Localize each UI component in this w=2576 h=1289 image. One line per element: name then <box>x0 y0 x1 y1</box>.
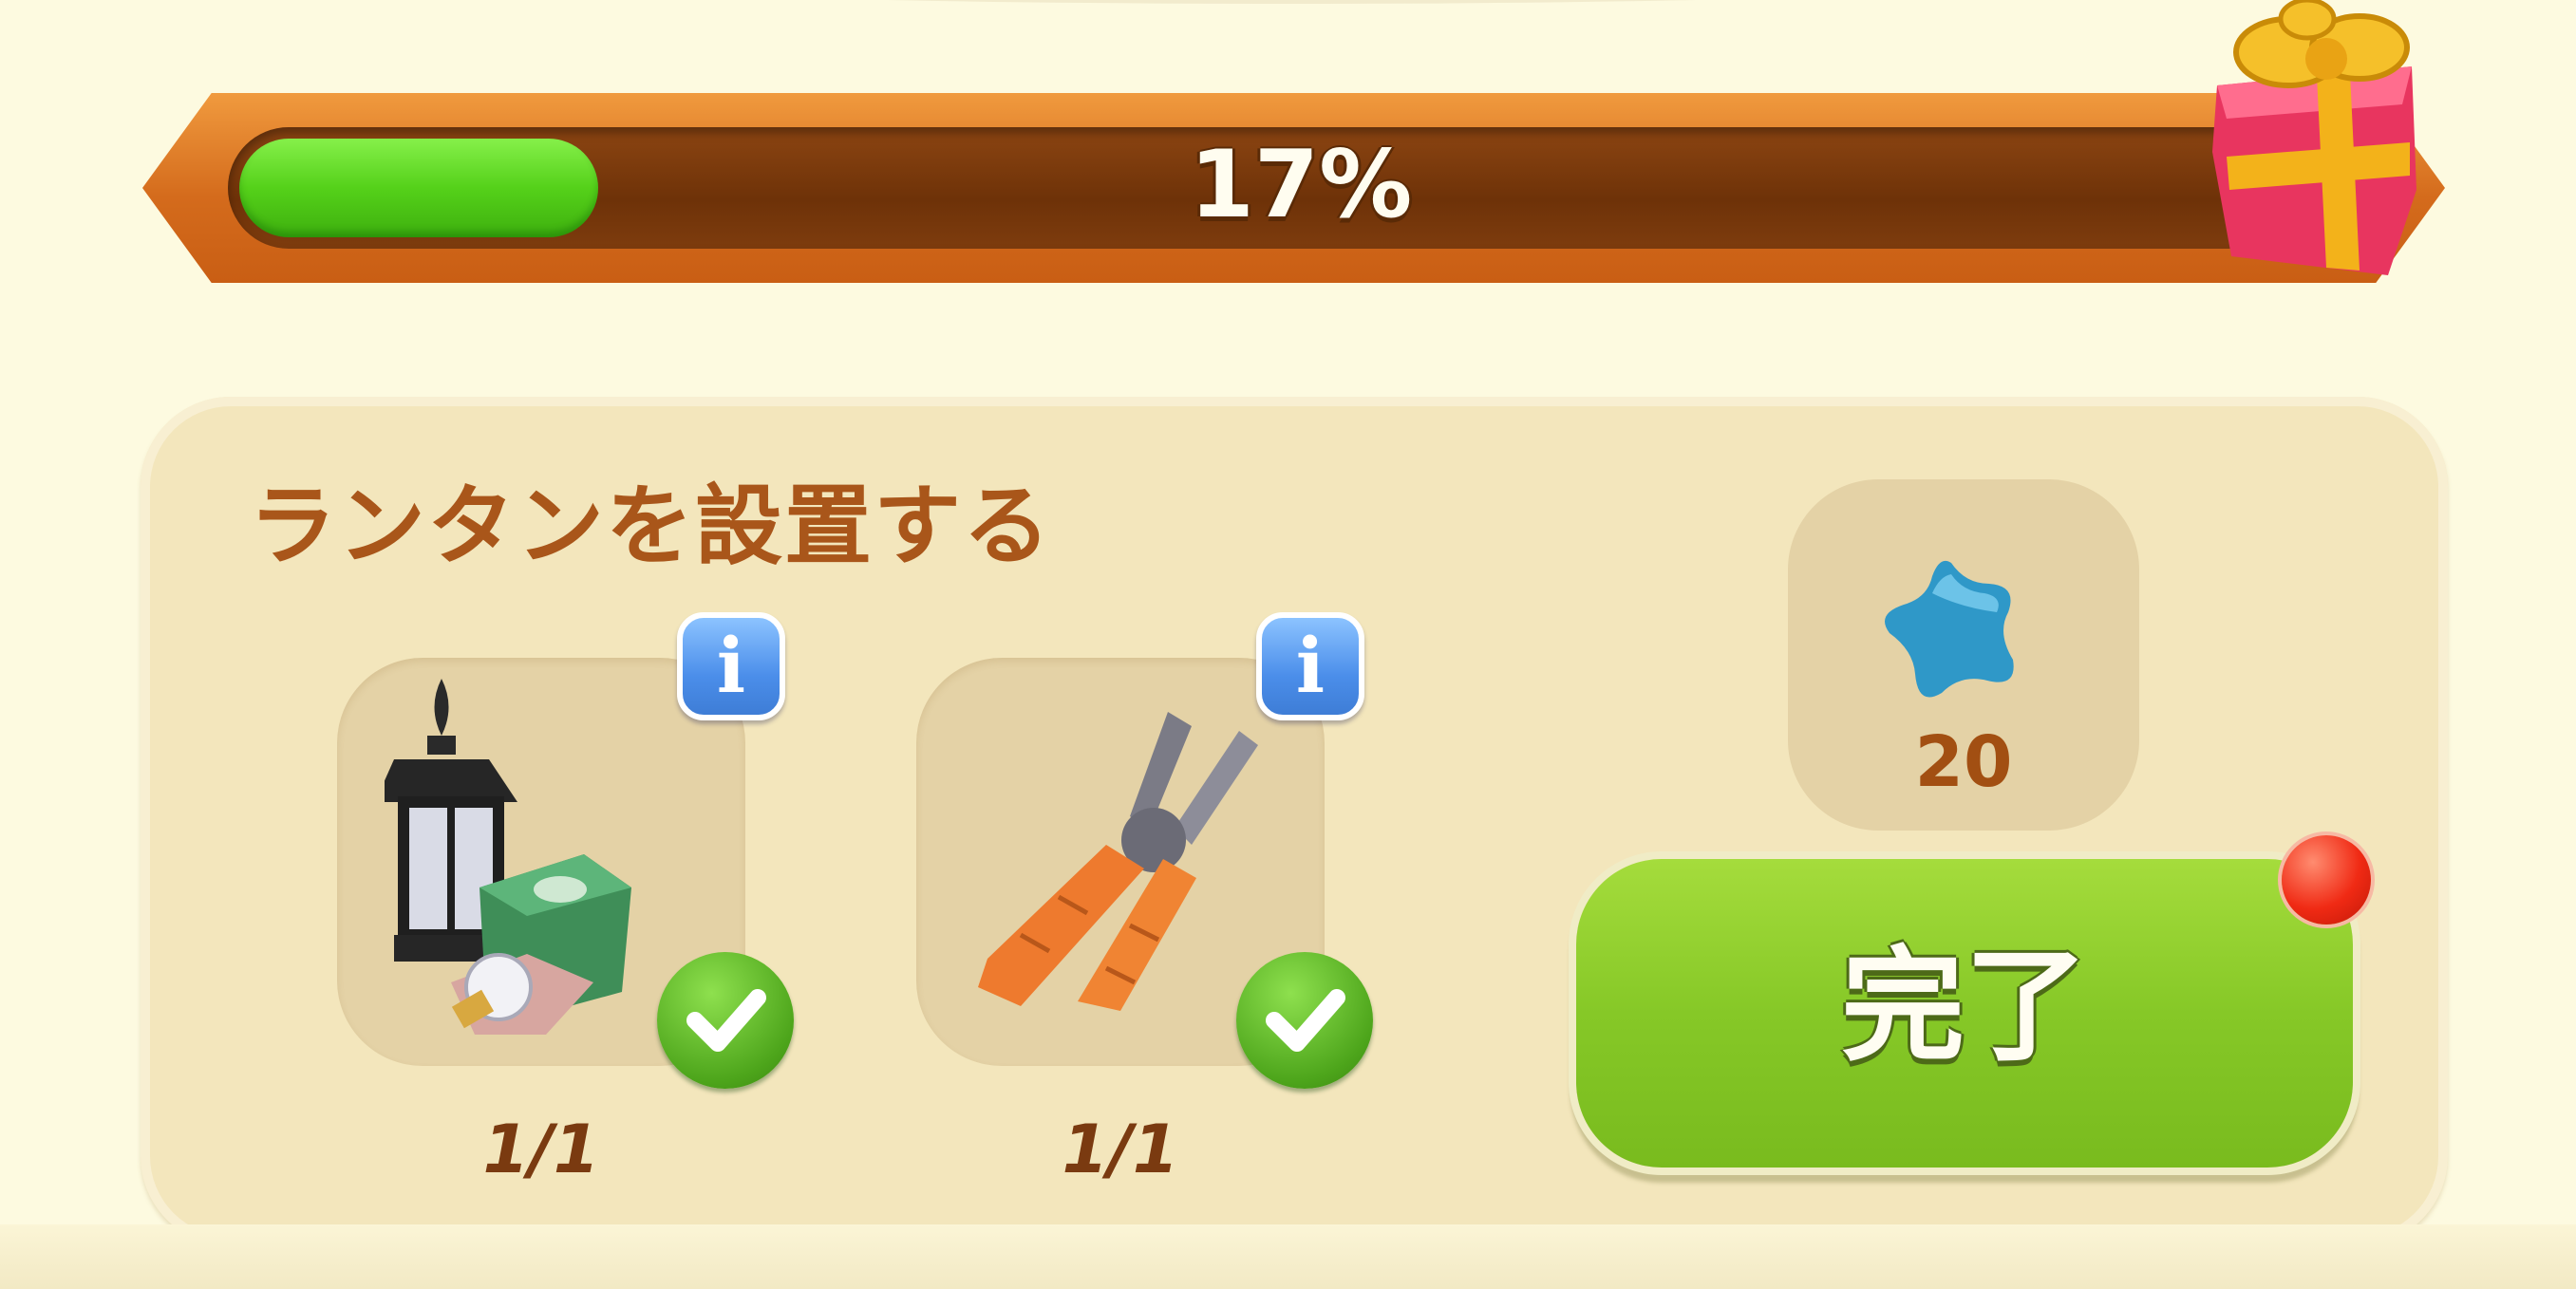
check-icon-pliers <box>1236 952 1373 1089</box>
notification-dot <box>2282 835 2371 925</box>
top-panel-edge <box>589 0 1994 4</box>
bottom-edge <box>0 1224 2576 1289</box>
reward-amount: 20 <box>1914 721 2013 803</box>
lantern-and-bulb-icon <box>385 679 631 1035</box>
pliers-icon <box>978 712 1258 1011</box>
quest-item-count-lantern: 1/1 <box>482 1111 600 1188</box>
quest-item-count-pliers: 1/1 <box>1062 1111 1179 1188</box>
complete-button-label: 完了 <box>1840 934 2088 1078</box>
info-button-pliers[interactable]: i <box>1256 612 1364 720</box>
check-icon-lantern <box>657 952 794 1089</box>
info-button-lantern[interactable]: i <box>677 612 785 720</box>
progress-bar-fill <box>239 139 598 237</box>
gift-box-icon[interactable] <box>2174 0 2431 285</box>
progress-percent-label: 17% <box>1189 131 1413 239</box>
blue-star-icon <box>1885 560 2014 698</box>
quest-title: ランタンを設置する <box>249 476 1053 577</box>
